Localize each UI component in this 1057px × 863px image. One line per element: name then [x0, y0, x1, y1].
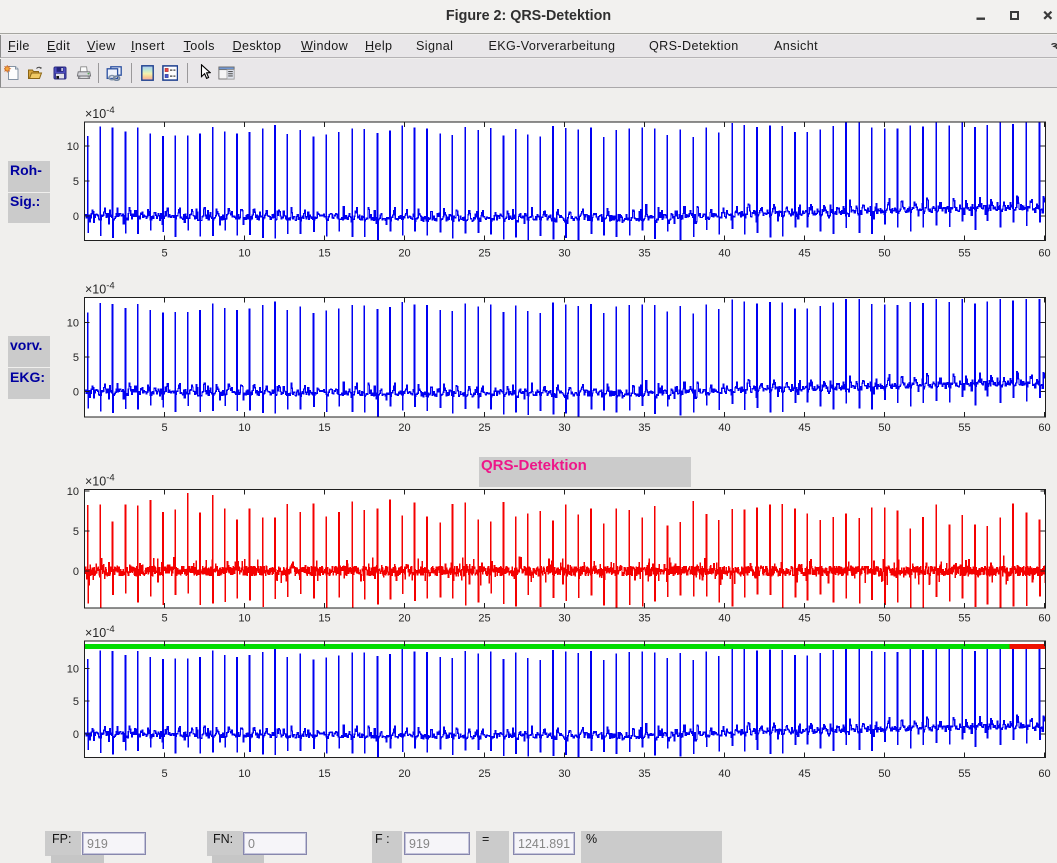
svg-text:20: 20	[398, 768, 410, 780]
svg-text:55: 55	[958, 422, 970, 434]
svg-text:30: 30	[558, 768, 570, 780]
svg-text:50: 50	[878, 422, 890, 434]
svg-text:0: 0	[73, 387, 79, 399]
svg-text:50: 50	[878, 768, 890, 780]
svg-text:55: 55	[958, 768, 970, 780]
svg-text:×10-4: ×10-4	[85, 281, 115, 297]
svg-text:55: 55	[958, 248, 970, 260]
svg-text:10: 10	[67, 141, 79, 153]
svg-text:25: 25	[478, 248, 490, 260]
svg-text:5: 5	[73, 526, 79, 538]
svg-text:10: 10	[67, 317, 79, 329]
svg-text:0: 0	[73, 211, 79, 223]
svg-text:15: 15	[318, 768, 330, 780]
svg-text:30: 30	[558, 422, 570, 434]
svg-text:10: 10	[67, 664, 79, 676]
svg-text:50: 50	[878, 248, 890, 260]
svg-text:55: 55	[958, 613, 970, 625]
svg-text:25: 25	[478, 422, 490, 434]
svg-text:10: 10	[238, 613, 250, 625]
svg-text:25: 25	[478, 613, 490, 625]
svg-text:5: 5	[161, 422, 167, 434]
svg-text:20: 20	[398, 248, 410, 260]
svg-text:45: 45	[798, 768, 810, 780]
svg-text:30: 30	[558, 248, 570, 260]
svg-text:45: 45	[798, 248, 810, 260]
svg-text:15: 15	[318, 613, 330, 625]
svg-text:30: 30	[558, 613, 570, 625]
svg-text:5: 5	[161, 613, 167, 625]
svg-text:25: 25	[478, 768, 490, 780]
svg-text:10: 10	[238, 422, 250, 434]
svg-text:20: 20	[398, 613, 410, 625]
svg-text:×10-4: ×10-4	[85, 625, 115, 640]
svg-text:35: 35	[638, 422, 650, 434]
svg-text:×10-4: ×10-4	[85, 105, 115, 121]
svg-text:5: 5	[73, 176, 79, 188]
svg-text:10: 10	[67, 486, 79, 498]
svg-text:45: 45	[798, 422, 810, 434]
svg-text:60: 60	[1038, 768, 1050, 780]
svg-text:0: 0	[73, 566, 79, 578]
svg-text:×10-4: ×10-4	[85, 473, 115, 489]
svg-text:35: 35	[638, 613, 650, 625]
svg-text:60: 60	[1038, 248, 1050, 260]
svg-text:10: 10	[238, 768, 250, 780]
svg-text:50: 50	[878, 613, 890, 625]
svg-text:5: 5	[73, 696, 79, 708]
svg-text:40: 40	[718, 248, 730, 260]
svg-text:5: 5	[161, 768, 167, 780]
svg-text:20: 20	[398, 422, 410, 434]
svg-text:5: 5	[73, 352, 79, 364]
svg-text:10: 10	[238, 248, 250, 260]
svg-text:60: 60	[1038, 613, 1050, 625]
svg-text:40: 40	[718, 613, 730, 625]
svg-text:5: 5	[161, 248, 167, 260]
svg-text:15: 15	[318, 248, 330, 260]
svg-text:60: 60	[1038, 422, 1050, 434]
svg-text:45: 45	[798, 613, 810, 625]
svg-text:40: 40	[718, 768, 730, 780]
svg-text:15: 15	[318, 422, 330, 434]
svg-text:0: 0	[73, 729, 79, 741]
svg-text:35: 35	[638, 768, 650, 780]
svg-text:40: 40	[718, 422, 730, 434]
svg-text:35: 35	[638, 248, 650, 260]
